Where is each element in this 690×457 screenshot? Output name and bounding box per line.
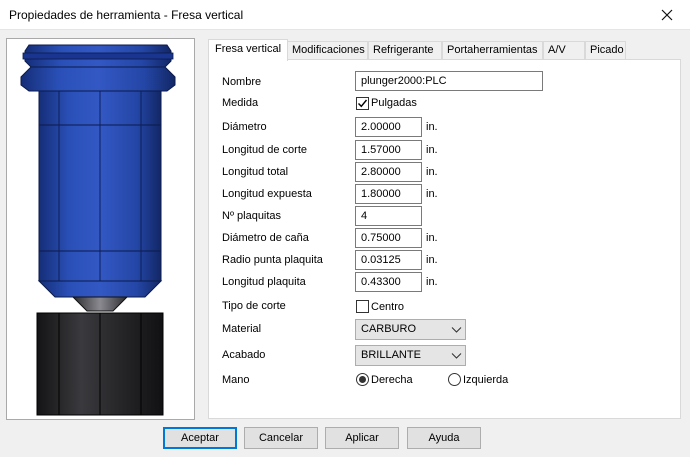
hand-left-label: Izquierda [463,374,509,386]
hand-label: Mano [222,374,250,386]
end-mill-illustration [20,44,176,416]
apply-button[interactable]: Aplicar [325,427,399,449]
tab-av[interactable]: A/V [543,41,585,60]
hand-left-radio[interactable] [448,373,461,386]
total-length-label: Longitud total [222,166,289,178]
help-button[interactable]: Ayuda [407,427,481,449]
cut-length-label: Longitud de corte [222,144,308,156]
inserts-label: Nº plaquitas [222,210,282,222]
shank-diameter-input[interactable]: 0.75000 [355,228,422,248]
corner-radius-label: Radio punta plaquita [222,254,323,266]
insert-length-input[interactable]: 0.43300 [355,272,422,292]
diameter-label: Diámetro [222,121,267,133]
checkmark-icon [358,99,368,108]
close-icon [661,9,673,21]
shank-diameter-unit: in. [426,232,438,244]
radio-selected-dot [359,376,366,383]
material-label: Material [222,323,262,335]
total-length-unit: in. [426,166,438,178]
tab-modificaciones[interactable]: Modificaciones [287,41,368,60]
cut-length-unit: in. [426,144,438,156]
inches-checkbox-label: Pulgadas [371,97,417,109]
insert-length-unit: in. [426,276,438,288]
diameter-input[interactable]: 2.00000 [355,117,422,137]
diameter-unit: in. [426,121,438,133]
insert-length-label: Longitud plaquita [222,276,306,288]
chevron-down-icon [451,353,462,359]
accept-button[interactable]: Aceptar [163,427,237,449]
corner-radius-input[interactable]: 0.03125 [355,250,422,270]
tab-refrigerante[interactable]: Refrigerante [368,41,442,60]
tab-portaherramientas[interactable]: Portaherramientas [442,41,543,60]
window-title: Propiedades de herramienta - Fresa verti… [9,8,244,22]
chevron-down-icon [451,327,462,333]
cut-type-label: Tipo de corte [222,300,286,312]
tab-fresa-vertical[interactable]: Fresa vertical [208,39,288,61]
material-select-value: CARBURO [361,323,417,335]
material-select[interactable]: CARBURO [355,319,466,340]
cancel-button[interactable]: Cancelar [244,427,318,449]
total-length-input[interactable]: 2.80000 [355,162,422,182]
shank-diameter-label: Diámetro de caña [222,232,309,244]
corner-radius-unit: in. [426,254,438,266]
tool-preview [6,38,195,420]
exposed-length-input[interactable]: 1.80000 [355,184,422,204]
center-cut-checkbox[interactable] [356,300,369,313]
finish-select[interactable]: BRILLANTE [355,345,466,366]
units-label: Medida [222,97,259,109]
close-button[interactable] [644,0,690,30]
hand-right-label: Derecha [371,374,413,386]
tab-picado[interactable]: Picado [585,41,626,60]
name-input[interactable]: plunger2000:PLC [355,71,543,91]
finish-select-value: BRILLANTE [361,349,421,361]
cut-length-input[interactable]: 1.57000 [355,140,422,160]
name-label: Nombre [222,76,262,88]
exposed-length-unit: in. [426,188,438,200]
inserts-input[interactable]: 4 [355,206,422,226]
title-bar: Propiedades de herramienta - Fresa verti… [0,0,690,30]
exposed-length-label: Longitud expuesta [222,188,312,200]
hand-right-radio[interactable] [356,373,369,386]
center-cut-checkbox-label: Centro [371,301,405,313]
inches-checkbox[interactable] [356,97,369,110]
finish-label: Acabado [222,349,266,361]
